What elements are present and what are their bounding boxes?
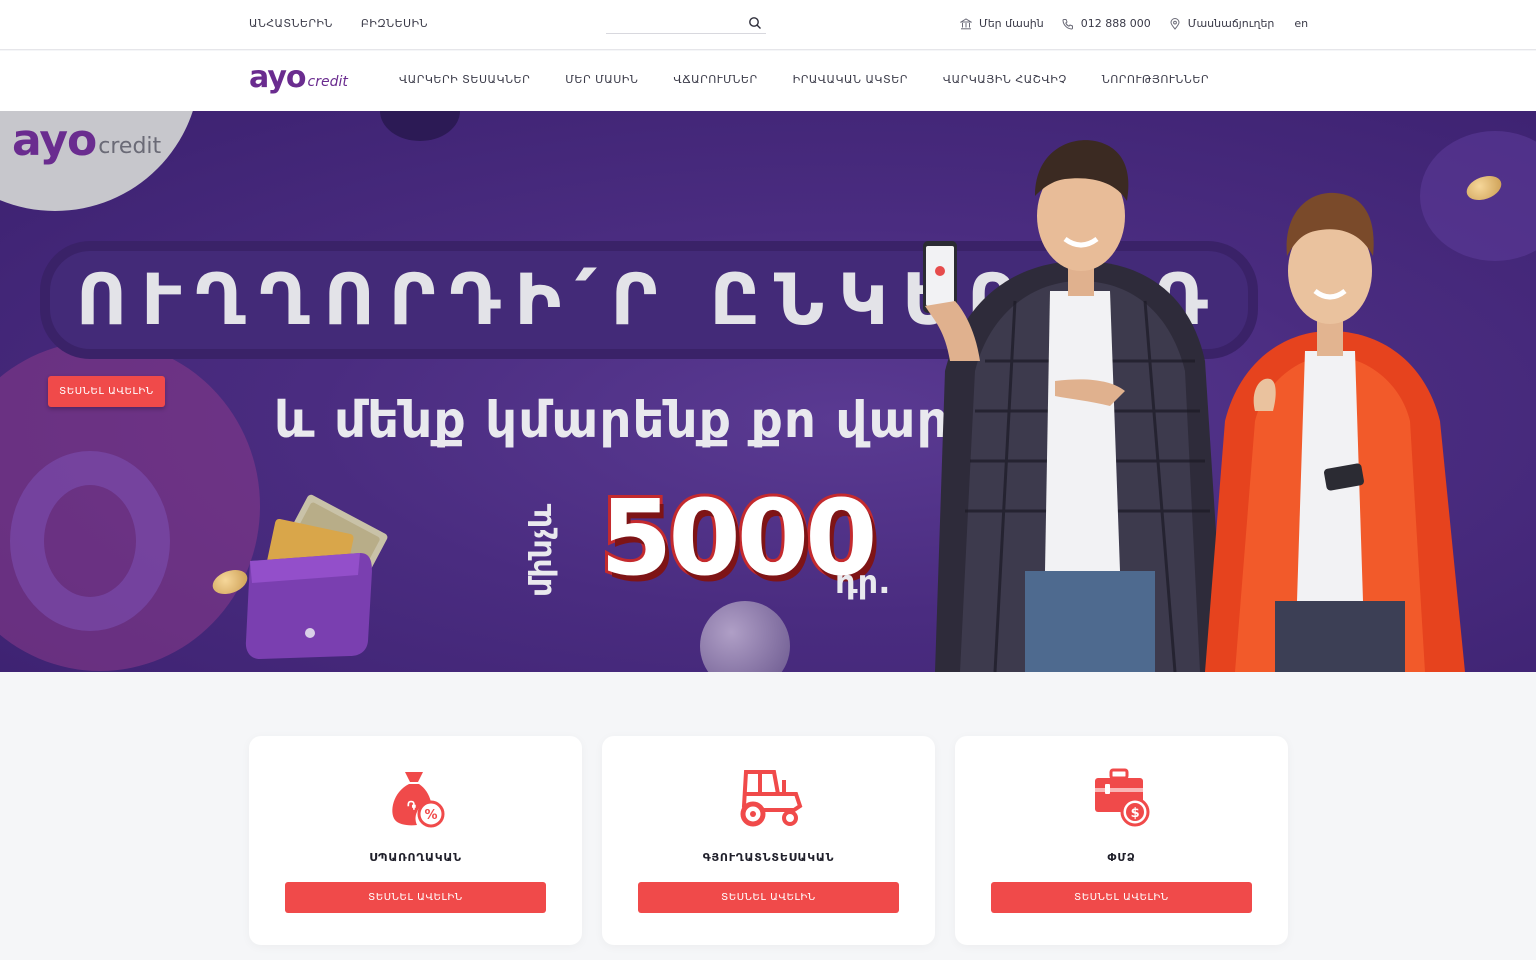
hero-currency: դր. <box>835 563 891 601</box>
top-bar-right: Մեր մասին 012 888 000 Մասնաճյուղեր en <box>960 17 1308 30</box>
about-link[interactable]: Մեր մասին <box>960 17 1044 30</box>
briefcase-dollar-icon: $ <box>1095 768 1150 827</box>
hero-logo-mark: ayo <box>12 115 97 166</box>
logo-mark: ayo <box>249 60 306 95</box>
hero-banner: ayo credit ՈՒՂՂՈՐԴԻ՛Ր ԸՆԿԵՐՈՋԴ և մենք կմ… <box>0 111 1536 672</box>
money-bag-percent-icon: ֏ % <box>392 772 445 828</box>
card-title: ԳՅՈՒՂԱՏՆՏԵՍԱԿԱՆ <box>702 851 835 864</box>
card-see-more-button[interactable]: ՏԵՍՆԵԼ ԱՎԵԼԻՆ <box>991 882 1252 913</box>
card-sme-loan: $ ՓՄՁ ՏԵՍՆԵԼ ԱՎԵԼԻՆ <box>955 736 1288 945</box>
hero-logo: ayo credit <box>12 119 161 163</box>
phone-link[interactable]: 012 888 000 <box>1062 17 1151 30</box>
loan-categories: ֏ % ՍՊԱՌՈՂԱԿԱՆ ՏԵՍՆԵԼ ԱՎԵԼԻՆ ԳՅՈՒՂԱՏՆՏԵՍ… <box>249 736 1288 945</box>
card-title: ՓՄՁ <box>1107 851 1136 864</box>
site-logo[interactable]: ayo credit <box>249 63 348 93</box>
language-switch[interactable]: en <box>1294 17 1308 30</box>
bank-icon <box>960 17 972 29</box>
tractor-icon <box>740 770 803 827</box>
nav-item-loan-types[interactable]: ՎԱՐԿԵՐԻ ՏԵՍԱԿՆԵՐ <box>399 73 530 86</box>
branches-label: Մասնաճյուղեր <box>1187 17 1275 30</box>
hero-logo-credit: credit <box>98 134 162 159</box>
svg-text:$: $ <box>1131 806 1140 821</box>
decor-ring <box>10 451 170 631</box>
about-label: Մեր մասին <box>979 17 1044 30</box>
search-input[interactable] <box>606 13 736 34</box>
nav-menu: ՎԱՐԿԵՐԻ ՏԵՍԱԿՆԵՐ ՄԵՐ ՄԱՍԻՆ ՎՃԱՐՈՒՄՆԵՐ ԻՐ… <box>399 73 1209 86</box>
hero-see-more-button[interactable]: ՏԵՍՆԵԼ ԱՎԵԼԻՆ <box>48 376 165 407</box>
link-individuals[interactable]: ԱՆՀԱՏՆԵՐԻՆ <box>249 17 333 30</box>
card-title: ՍՊԱՌՈՂԱԿԱՆ <box>369 851 462 864</box>
wallet-illustration <box>245 494 388 659</box>
nav-item-loan-calculator[interactable]: ՎԱՐԿԱՅԻՆ ՀԱՇՎԻՉ <box>943 73 1067 86</box>
hero-amount: 5000 <box>597 474 880 602</box>
svg-text:֏: ֏ <box>407 799 416 813</box>
card-see-more-button[interactable]: ՏԵՍՆԵԼ ԱՎԵԼԻՆ <box>638 882 899 913</box>
branches-link[interactable]: Մասնաճյուղեր <box>1169 17 1275 30</box>
main-navigation: ayo credit ՎԱՐԿԵՐԻ ՏԵՍԱԿՆԵՐ ՄԵՐ ՄԱՍԻՆ ՎՃ… <box>0 51 1536 111</box>
card-agricultural-loan: ԳՅՈՒՂԱՏՆՏԵՍԱԿԱՆ ՏԵՍՆԵԼ ԱՎԵԼԻՆ <box>602 736 935 945</box>
top-bar: ԱՆՀԱՏՆԵՐԻՆ ԲԻԶՆԵՍԻՆ Մեր մասին 012 888 00… <box>0 0 1536 50</box>
hero-upto-text: մինչև <box>524 503 559 597</box>
nav-item-about[interactable]: ՄԵՐ ՄԱՍԻՆ <box>565 73 638 86</box>
phone-number: 012 888 000 <box>1080 17 1151 30</box>
card-consumer-loan: ֏ % ՍՊԱՌՈՂԱԿԱՆ ՏԵՍՆԵԼ ԱՎԵԼԻՆ <box>249 736 582 945</box>
nav-item-legal-acts[interactable]: ԻՐԱՎԱԿԱՆ ԱԿՏԵՐ <box>793 73 908 86</box>
card-see-more-button[interactable]: ՏԵՍՆԵԼ ԱՎԵԼԻՆ <box>285 882 546 913</box>
decor-sphere <box>700 601 790 672</box>
nav-item-news[interactable]: ՆՈՐՈՒԹՅՈՒՆՆԵՐ <box>1102 73 1209 86</box>
svg-text:%: % <box>425 808 438 823</box>
audience-links: ԱՆՀԱՏՆԵՐԻՆ ԲԻԶՆԵՍԻՆ <box>249 17 428 30</box>
nav-item-payments[interactable]: ՎՃԱՐՈՒՄՆԵՐ <box>673 73 757 86</box>
decor-blob <box>380 111 460 141</box>
logo-credit-text: credit <box>307 74 348 90</box>
search-box <box>606 12 766 34</box>
search-icon[interactable] <box>748 16 762 30</box>
link-business[interactable]: ԲԻԶՆԵՍԻՆ <box>361 17 428 30</box>
phone-icon <box>1062 18 1073 30</box>
location-pin-icon <box>1170 17 1180 30</box>
people-illustration <box>923 140 1465 672</box>
